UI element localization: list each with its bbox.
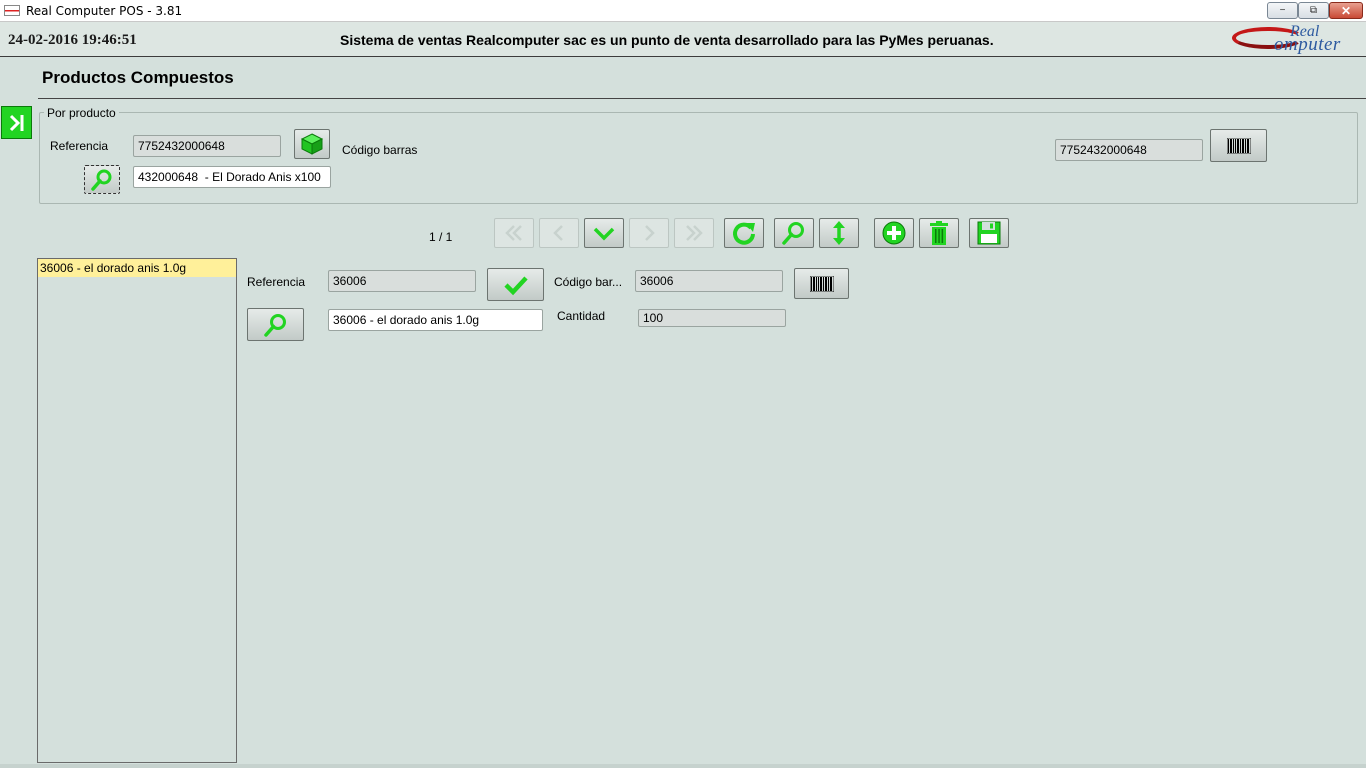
magnifier-icon: [91, 169, 112, 191]
components-list[interactable]: 36006 - el dorado anis 1.0g: [37, 258, 237, 763]
find-button[interactable]: [774, 218, 814, 248]
filter-producto-input[interactable]: [133, 166, 331, 188]
detail-cantidad-input[interactable]: [638, 309, 786, 327]
detail-search-button[interactable]: [247, 308, 304, 341]
filter-referencia-input[interactable]: [133, 135, 281, 157]
window-titlebar: Real Computer POS - 3.81 − ⧉ ✕: [0, 0, 1366, 22]
trash-icon: [930, 221, 948, 245]
chevron-left-icon: [553, 225, 563, 241]
next-record-button[interactable]: [629, 218, 669, 248]
barcode-icon: [1226, 137, 1251, 154]
header-tagline: Sistema de ventas Realcomputer sac es un…: [340, 32, 994, 48]
list-item[interactable]: 36006 - el dorado anis 1.0g: [38, 259, 236, 277]
floppy-icon: [977, 221, 1001, 245]
first-record-button[interactable]: [494, 218, 534, 248]
double-chevron-right-icon: [686, 225, 703, 241]
detail-cantidad-label: Cantidad: [557, 309, 606, 323]
select-record-button[interactable]: [584, 218, 624, 248]
save-button[interactable]: [969, 218, 1009, 248]
previous-record-button[interactable]: [539, 218, 579, 248]
chevron-right-icon: [645, 225, 655, 241]
sort-button[interactable]: [819, 218, 859, 248]
chevron-down-icon: [593, 227, 615, 241]
detail-producto-input[interactable]: [328, 309, 543, 331]
title-divider: [38, 98, 1366, 99]
delete-button[interactable]: [919, 218, 959, 248]
maximize-button[interactable]: ⧉: [1298, 2, 1329, 19]
close-button[interactable]: ✕: [1329, 2, 1363, 19]
logo-text-computer: omputer: [1274, 34, 1341, 55]
collapse-panel-icon: [9, 114, 23, 131]
filter-legend: Por producto: [44, 106, 119, 120]
double-chevron-left-icon: [505, 225, 522, 241]
datetime-display: 24-02-2016 19:46:51: [8, 32, 137, 48]
detail-referencia-input[interactable]: [328, 270, 476, 292]
last-record-button[interactable]: [674, 218, 714, 248]
app-icon: [4, 5, 20, 16]
page-title: Productos Compuestos: [42, 68, 234, 87]
vertical-arrows-icon: [833, 221, 845, 245]
app-header: 24-02-2016 19:46:51 Sistema de ventas Re…: [0, 22, 1366, 57]
add-button[interactable]: [874, 218, 914, 248]
detail-referencia-label: Referencia: [247, 275, 306, 289]
detail-codigo-label: Código bar...: [554, 275, 623, 289]
collapse-panel-button[interactable]: [1, 106, 32, 139]
page-indicator: 1 / 1: [429, 230, 453, 244]
minimize-button[interactable]: −: [1267, 2, 1298, 19]
refresh-button[interactable]: [724, 218, 764, 248]
filter-referencia-label: Referencia: [50, 139, 109, 153]
bottom-strip: [0, 764, 1366, 768]
magnifier-icon: [782, 222, 804, 245]
filter-search-button[interactable]: [84, 165, 120, 194]
detail-codigo-input[interactable]: [635, 270, 783, 292]
confirm-button[interactable]: [487, 268, 544, 301]
filter-barcode-button[interactable]: [1210, 129, 1267, 162]
realcomputer-logo: Real omputer: [1228, 22, 1362, 56]
barcode-icon: [809, 275, 834, 292]
window-title: Real Computer POS - 3.81: [26, 4, 183, 18]
magnifier-icon: [263, 313, 286, 337]
filter-codigo-input[interactable]: [1055, 139, 1203, 161]
plus-circle-icon: [882, 221, 906, 245]
detail-barcode-button[interactable]: [794, 268, 849, 299]
refresh-icon: [733, 222, 755, 245]
product-lookup-button[interactable]: [294, 129, 330, 159]
box-icon: [300, 133, 324, 155]
filter-codigo-label: Código barras: [342, 143, 418, 157]
checkmark-icon: [503, 275, 528, 295]
